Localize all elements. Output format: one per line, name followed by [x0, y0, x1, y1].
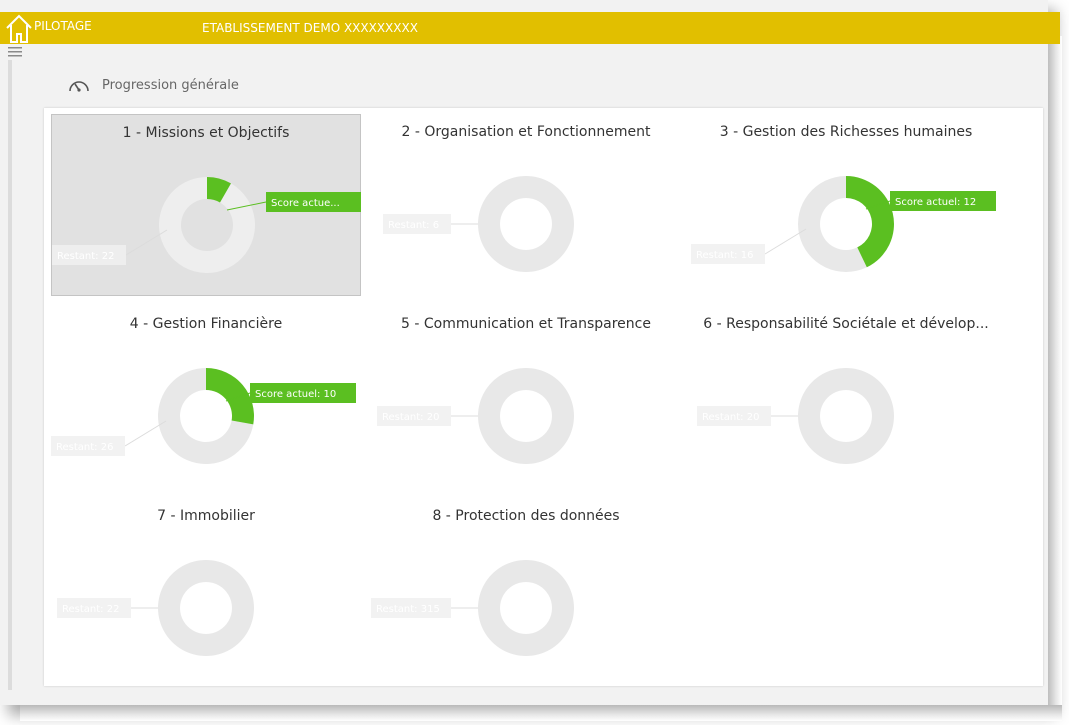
remaining-label-leader [125, 229, 168, 256]
donut-slice-remaining[interactable] [477, 176, 574, 272]
donut-chart: Restant: 315 [371, 560, 574, 656]
donut-slice-remaining[interactable] [477, 368, 574, 464]
donut-slice-remaining[interactable] [159, 177, 255, 273]
score-label: Score actue... [271, 198, 340, 209]
donut-slice-remaining[interactable] [797, 368, 894, 464]
chart-card-5-communication-et-transparence[interactable]: 5 - Communication et Transparence Restant… [371, 306, 681, 488]
score-label: Score actuel: 10 [255, 389, 336, 400]
donut-slice-remaining[interactable] [157, 560, 254, 656]
gauge-icon [69, 81, 89, 92]
remaining-label: Restant: 20 [702, 412, 759, 423]
donut-slice-score[interactable] [206, 368, 254, 425]
donut-chart: Restant: 22 [57, 560, 254, 656]
remaining-label-leader [764, 228, 807, 255]
remaining-label: Restant: 6 [388, 220, 439, 231]
score-label: Score actuel: 12 [895, 197, 976, 208]
establishment-name: ETABLISSEMENT DEMO XXXXXXXXX [202, 21, 418, 35]
remaining-label: Restant: 16 [696, 250, 753, 261]
donut-chart: Restant: 26 Score actuel: 10 [51, 368, 356, 464]
donut-chart: Restant: 16 Score actuel: 12 [691, 176, 996, 272]
donut-slice-remaining[interactable] [477, 560, 574, 656]
remaining-label: Restant: 22 [62, 604, 119, 615]
remaining-label: Restant: 315 [376, 604, 440, 615]
window-shadow-bottom [20, 705, 1062, 721]
charts-panel: 1 - Missions et Objectifs Restant: 22 Scor… [44, 108, 1043, 686]
chart-card-6-responsabilite-societale-et-develop[interactable]: 6 - Responsabilité Sociétale et dévelop.… [691, 306, 1001, 488]
remaining-label: Restant: 26 [56, 442, 113, 453]
section-header: Progression générale [66, 72, 239, 98]
section-title: Progression générale [102, 77, 239, 93]
donut-chart: Restant: 20 [697, 368, 894, 464]
chart-card-2-organisation-et-fonctionnement[interactable]: 2 - Organisation et Fonctionnement Restan… [371, 114, 681, 296]
sidebar-strip [8, 60, 12, 690]
remaining-label: Restant: 20 [382, 412, 439, 423]
donut-chart: Restant: 22 Score actue... [52, 177, 361, 273]
chart-card-3-gestion-des-richesses-humaines[interactable]: 3 - Gestion des Richesses humaines Restan… [691, 114, 1001, 296]
donut-chart: Restant: 20 [377, 368, 574, 464]
home-icon[interactable] [4, 13, 34, 43]
donut-chart: Restant: 6 [383, 176, 574, 272]
remaining-label-leader [124, 420, 167, 447]
top-bar: PILOTAGE ETABLISSEMENT DEMO XXXXXXXXX [0, 12, 1060, 44]
app-title[interactable]: PILOTAGE [34, 19, 92, 33]
chart-card-1-missions-et-objectifs[interactable]: 1 - Missions et Objectifs Restant: 22 Scor… [51, 114, 361, 296]
window-shadow-right [1048, 36, 1062, 721]
chart-card-4-gestion-financiere[interactable]: 4 - Gestion Financière Restant: 26 Score a… [51, 306, 361, 488]
chart-card-7-immobilier[interactable]: 7 - Immobilier Restant: 22 [51, 498, 361, 680]
hamburger-menu-icon[interactable] [8, 46, 22, 60]
remaining-label: Restant: 22 [57, 251, 114, 262]
chart-card-8-protection-des-donnees[interactable]: 8 - Protection des données Restant: 315 [371, 498, 681, 680]
